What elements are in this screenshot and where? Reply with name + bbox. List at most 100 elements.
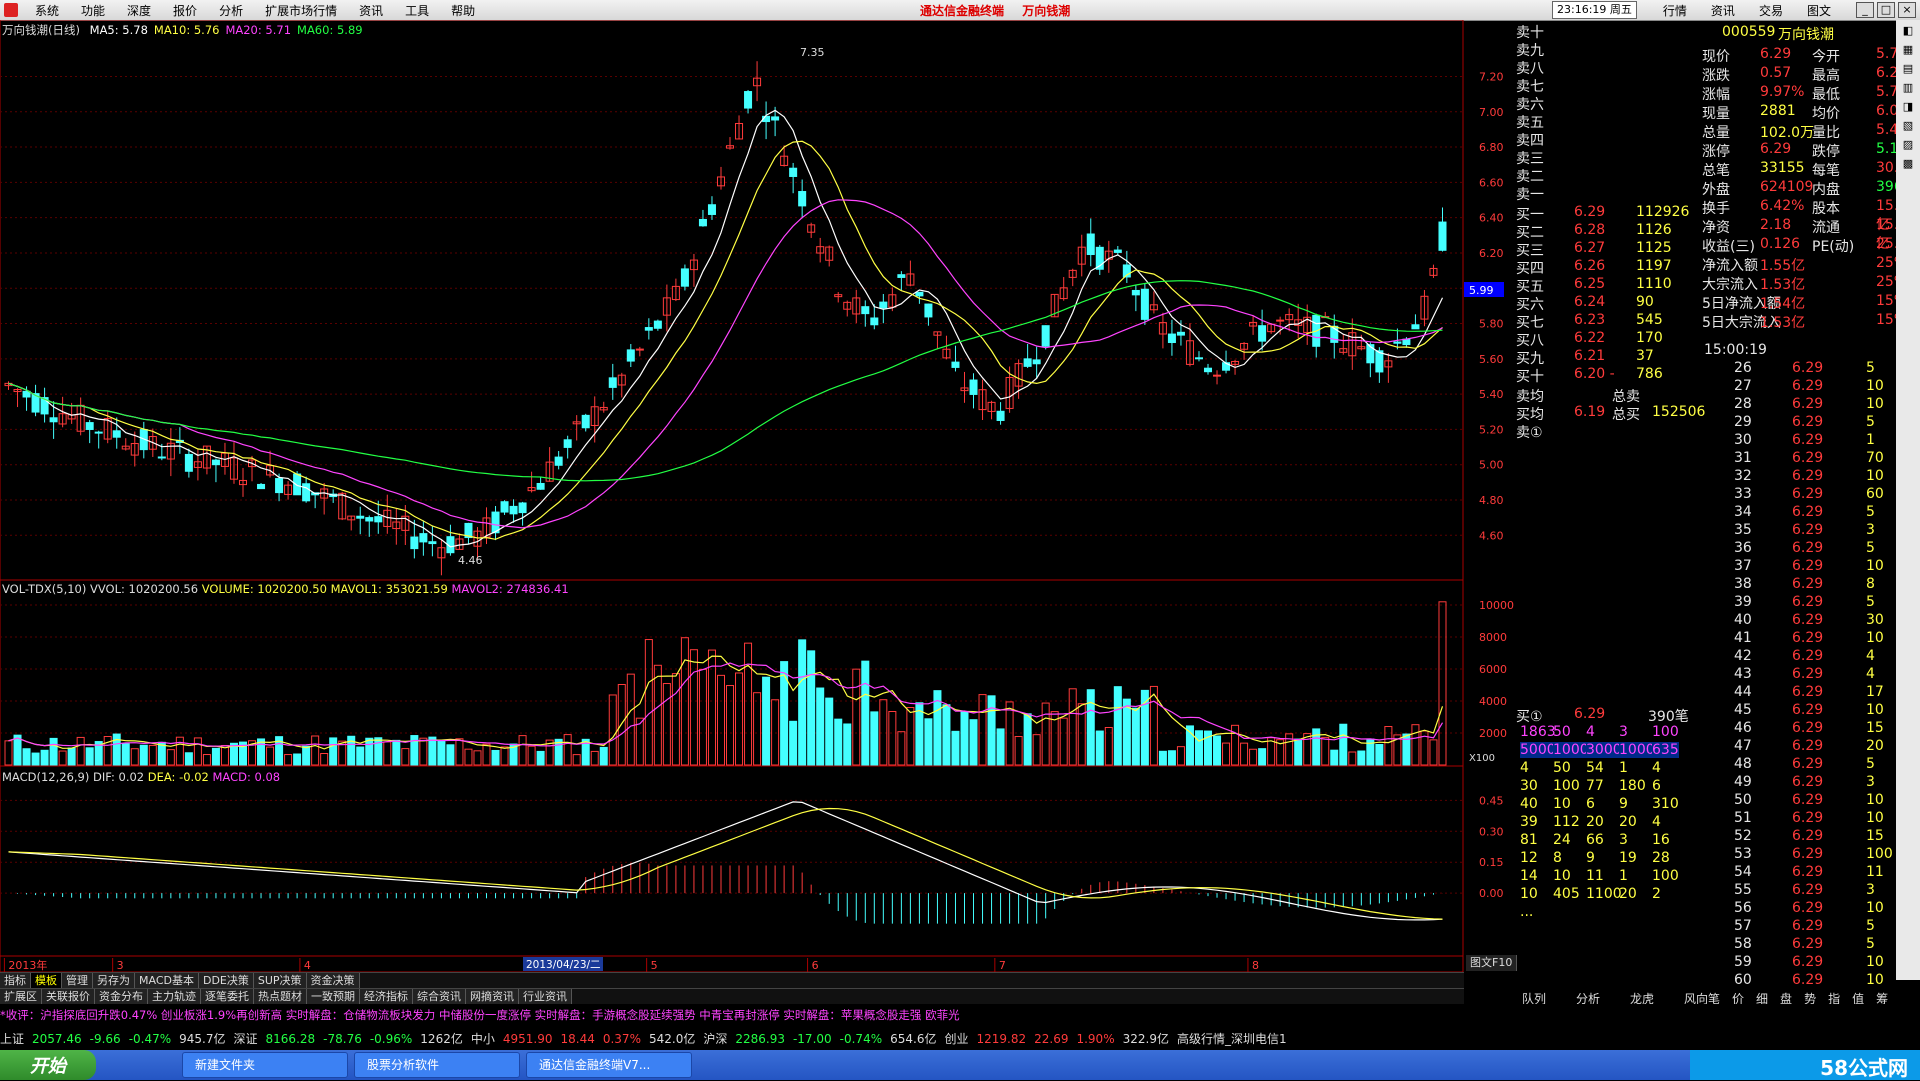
sidebar-tool-icon[interactable]: ▨ [1899,137,1917,153]
tick-index: 60 [1734,972,1752,988]
extension-tab[interactable]: 经济指标 [360,989,413,1005]
volume-bar [1131,707,1140,766]
volume-bar [807,650,816,766]
vol-mavol2: MAVOL2: 274836.41 [451,582,569,596]
menu-item[interactable]: 扩展市场行情 [254,2,348,19]
status-item: 创业 [944,1032,969,1046]
candle-body [1041,325,1050,347]
menu-item[interactable]: 功能 [70,2,116,19]
extension-tab[interactable]: 行业资讯 [519,989,572,1005]
sidebar-tool-icon[interactable]: ◧ [1899,23,1917,39]
volume-bar [653,664,662,766]
watermark-text: 58公式网 [1820,1056,1908,1080]
sidebar-tool-icon[interactable]: ▥ [1899,80,1917,96]
buy-level-volume: 786 [1636,366,1663,382]
volume-bar [1348,751,1357,766]
tick-price: 6.29 [1792,396,1824,412]
extension-tab[interactable]: 关联报价 [42,989,95,1005]
f10-tab[interactable]: 图文F10 [1466,955,1518,971]
extension-tab[interactable]: 逐笔委托 [201,989,254,1005]
menu-item[interactable]: 帮助 [440,2,486,19]
extension-tab[interactable]: 扩展区 [0,989,42,1005]
volume-bar [284,754,293,766]
indicator-tab[interactable]: 指标 [0,973,31,989]
buy-level-price: 6.27 [1574,240,1606,256]
queue-cell: 1863 [1520,724,1556,740]
indicator-tab[interactable]: 管理 [62,973,93,989]
taskbar-task[interactable]: 通达信金融终端V7... [526,1052,692,1078]
queue-cell: 10 [1520,886,1538,902]
tick-index: 33 [1734,486,1752,502]
candle-body [1438,221,1447,251]
volume-bar [861,660,870,766]
taskbar-task[interactable]: 股票分析软件 [354,1052,520,1078]
top-menu-graph[interactable]: 图文 [1795,2,1843,19]
chart-area[interactable]: 7.207.006.806.606.406.206.005.805.605.40… [0,20,1514,972]
menu-item[interactable]: 工具 [394,2,440,19]
indicator-tab[interactable]: SUP决策 [253,973,307,989]
menu-item[interactable]: 分析 [208,2,254,19]
tick-price: 6.29 [1792,774,1824,790]
extension-tab[interactable]: 综合资讯 [413,989,466,1005]
start-button[interactable]: 开始 [0,1050,96,1080]
top-menu-news[interactable]: 资讯 [1699,2,1747,19]
minimize-icon[interactable]: _ [1856,2,1874,18]
sidebar-tool-icon[interactable]: ▦ [1899,42,1917,58]
buy-level-label: 买七 [1516,315,1544,331]
indicator-tab[interactable]: DDE决策 [198,973,254,989]
buy-level-label: 买十 [1516,369,1544,385]
vol-tick-label: 8000 [1479,631,1507,644]
top-menu-trade[interactable]: 交易 [1747,2,1795,19]
extension-tab[interactable]: 资金分布 [95,989,148,1005]
queue-cell: 1 [1619,868,1628,884]
top-menu-quote[interactable]: 行情 [1651,2,1699,19]
extension-tab[interactable]: 网摘资讯 [466,989,519,1005]
volume-bar [816,687,825,766]
sell-level-label: 卖八 [1516,61,1544,77]
taskbar-task[interactable]: 新建文件夹 [182,1052,348,1078]
queue-cell: 10 [1553,796,1571,812]
sell-level-label: 卖四 [1516,133,1544,149]
kline-chart-svg[interactable]: 7.207.006.806.606.406.206.005.805.605.40… [0,20,1516,972]
indicator-tab[interactable]: 另存为 [93,973,135,989]
indicator-tab[interactable]: 模板 [31,973,62,989]
sell-level-label: 卖十 [1516,25,1544,41]
menu-item[interactable]: 资讯 [348,2,394,19]
extension-tab[interactable]: 一致预期 [307,989,360,1005]
sidebar-tool-icon[interactable]: ▤ [1899,61,1917,77]
volume-bar [1167,750,1176,766]
queue-cell: 40 [1520,796,1538,812]
volume-bar [689,649,698,766]
volume-bar [662,683,671,766]
sidebar-tool-icon[interactable]: ▧ [1899,118,1917,134]
news-ticker[interactable]: *收评：沪指探底回升跌0.47% 创业板涨1.9%再创新高 实时解盘：仓储物流板… [0,1004,1920,1026]
sidebar-tool-icon[interactable]: ◨ [1899,99,1917,115]
extension-tab[interactable]: 主力轨迹 [148,989,201,1005]
tick-index: 26 [1734,360,1752,376]
menu-item[interactable]: 报价 [162,2,208,19]
extension-tab[interactable]: 热点题材 [254,989,307,1005]
close-icon[interactable]: × [1898,2,1916,18]
buy-level-label: 买四 [1516,261,1544,277]
menu-item[interactable]: 系统 [24,2,70,19]
candle-body [626,349,635,362]
volume-bar [1014,736,1023,766]
tick-index: 58 [1734,936,1752,952]
maximize-icon[interactable]: □ [1877,2,1895,18]
tick-index: 48 [1734,756,1752,772]
indicator-tab[interactable]: MACD基本 [135,973,199,989]
tick-index: 45 [1734,702,1752,718]
tick-index: 43 [1734,666,1752,682]
buy-level-volume: 1125 [1636,240,1672,256]
menu-item[interactable]: 深度 [116,2,162,19]
tick-index: 28 [1734,396,1752,412]
vol-volume: VOLUME: 1020200.50 [201,582,327,596]
sidebar-tool-icon[interactable]: ▩ [1899,156,1917,172]
status-item: 1262亿 [420,1032,463,1046]
candle-body [915,291,924,297]
tick-price: 6.29 [1792,612,1824,628]
quote-label: 最低 [1812,87,1840,103]
volume-bar [1041,702,1050,766]
tick-price: 6.29 [1792,936,1824,952]
indicator-tab[interactable]: 资金决策 [306,973,360,989]
